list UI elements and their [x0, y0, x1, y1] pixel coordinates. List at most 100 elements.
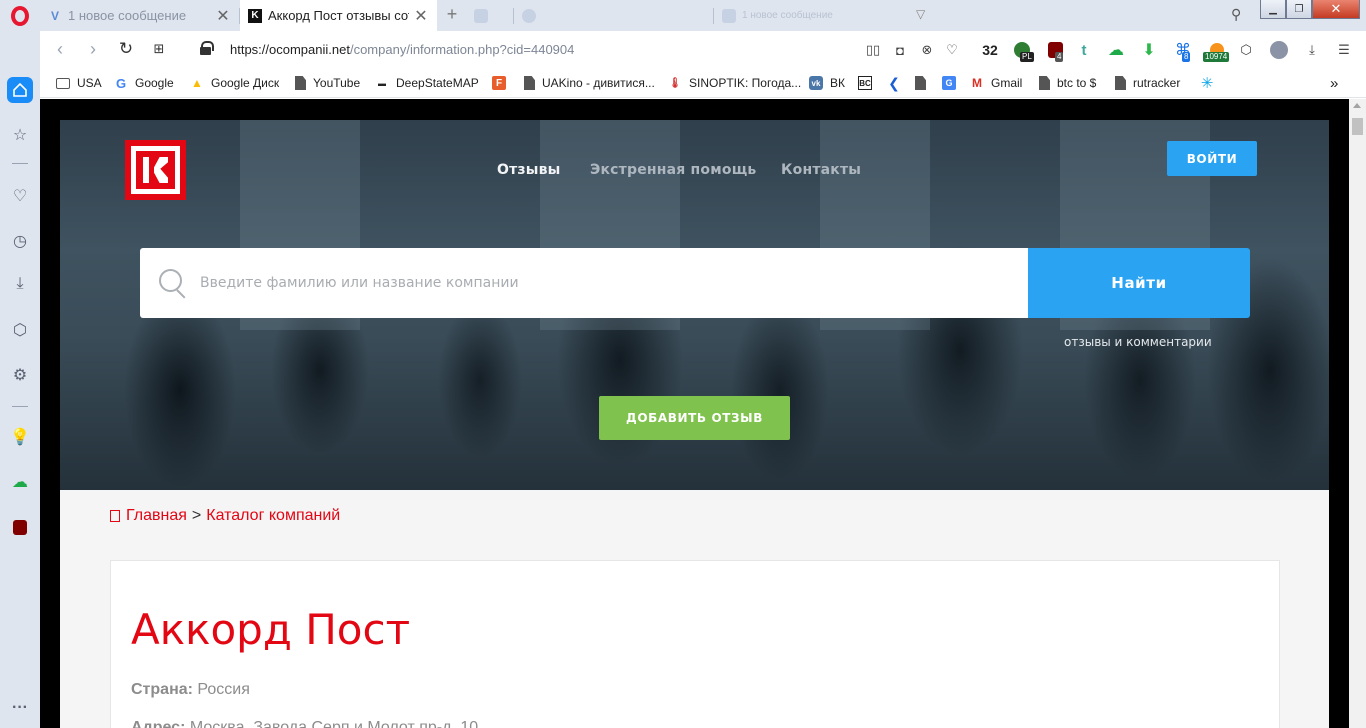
search-box [140, 248, 1028, 318]
bookmark-deepstate[interactable]: ▬ DeepStateMAP [375, 75, 479, 91]
nav-emergency-help[interactable]: Экстренная помощь [590, 162, 756, 178]
settings-icon[interactable]: ⚙ [8, 363, 32, 387]
more-icon[interactable]: ··· [8, 696, 32, 720]
bookmark-sinoptik[interactable]: 🌡 SINOPTIK: Погода... [668, 75, 802, 91]
bookmark-kyivstar[interactable]: ✳ [1200, 75, 1221, 92]
bookmark-label: Gmail [991, 76, 1023, 90]
downloads-icon[interactable]: ⤓ [1303, 40, 1321, 60]
minimize-button[interactable]: ▁ [1260, 0, 1286, 19]
profile-icon[interactable] [1269, 40, 1289, 60]
chevron-left-icon: ❮ [888, 74, 900, 91]
bookmark-drive[interactable]: ▲ Google Диск [190, 75, 279, 91]
heart-icon[interactable]: ♡ [8, 184, 32, 208]
tumblr-icon[interactable]: t [1075, 40, 1093, 60]
bookmark-vk[interactable]: vk ВК [809, 75, 845, 91]
forward-icon[interactable]: › [83, 40, 103, 60]
bookmark-label: SINOPTIK: Погода... [689, 76, 802, 90]
vpn-globe-icon[interactable]: PL [1012, 40, 1034, 62]
tab-company[interactable]: K Аккорд Пост отзывы сотр ✕ [240, 0, 437, 31]
bookmark-google[interactable]: G Google [114, 75, 174, 91]
ublock-icon[interactable] [8, 515, 32, 539]
scrollbar-thumb[interactable] [1352, 118, 1363, 135]
bookmarks-more-button[interactable]: » [1330, 75, 1338, 92]
bookmark-f[interactable]: F [492, 75, 513, 91]
bookmark-label: Google Диск [211, 76, 280, 90]
bookmark-translate[interactable]: G [942, 75, 963, 91]
badge-4: 4 [1055, 52, 1064, 62]
close-tab-icon[interactable]: ✕ [413, 6, 429, 26]
bookmark-youtube[interactable]: YouTube [295, 75, 360, 91]
command-icon[interactable]: ⌘ 8 [1172, 40, 1194, 62]
extensions-cube-icon[interactable]: ⬡ [8, 318, 32, 342]
download-arrow-icon[interactable]: ⬇ [1139, 40, 1159, 60]
ublock-icon[interactable]: 4 [1045, 40, 1065, 62]
cube-icon[interactable]: ⬡ [1237, 40, 1255, 60]
bookmark-uakino[interactable]: UAKino - дивитися... [524, 75, 655, 91]
tab-background[interactable] [514, 0, 712, 31]
new-tab-button[interactable]: + [444, 5, 460, 23]
tab-background[interactable] [466, 0, 512, 31]
bookmark-bc[interactable]: BC [858, 75, 879, 91]
bookmark-label: YouTube [313, 76, 361, 90]
site-logo[interactable] [125, 140, 186, 200]
bitcoin-icon[interactable]: 10974 [1203, 40, 1231, 62]
tab-title: Аккорд Пост отзывы сотр [268, 8, 409, 23]
counter-badge[interactable]: 32 [978, 40, 1002, 60]
downloads-icon[interactable]: ⤓ [8, 272, 32, 296]
url-field[interactable]: https://ocompanii.net/company/informatio… [230, 42, 574, 57]
bookmark-usa[interactable]: USA [56, 75, 102, 91]
camera-icon[interactable]: ◘ [891, 40, 909, 60]
address-bar: ‹ › ↻ ⊞ https://ocompanii.net/company/in… [40, 31, 1366, 68]
close-tab-icon[interactable]: ✕ [215, 6, 231, 26]
bookmark-btc[interactable]: btc to $ [1039, 75, 1096, 91]
opera-menu-icon[interactable] [9, 5, 31, 27]
search-tabs-icon[interactable]: ⚲ [1231, 6, 1241, 23]
lock-icon[interactable] [200, 41, 214, 56]
search-input[interactable] [200, 248, 1020, 318]
lightbulb-icon[interactable]: 💡 [8, 425, 32, 449]
translate-icon: G [942, 76, 956, 90]
back-icon[interactable]: ‹ [50, 40, 70, 60]
page-icon [1115, 76, 1126, 90]
reader-icon[interactable]: ▯▯ [864, 40, 882, 60]
reload-icon[interactable]: ↻ [116, 40, 136, 60]
easy-setup-icon[interactable]: ☰ [1335, 40, 1353, 60]
country-value: Россия [197, 681, 250, 698]
nav-contacts[interactable]: Контакты [781, 162, 861, 178]
tab-background[interactable]: 1 новое сообщение [714, 0, 909, 31]
login-button[interactable]: ВОЙТИ [1167, 141, 1257, 176]
bookmark-chevron[interactable]: ❮ [887, 75, 908, 91]
add-review-button[interactable]: ДОБАВИТЬ ОТЗЫВ [599, 396, 790, 440]
address-value: Москва, Завода Серп и Молот пр-д, 10 [189, 719, 479, 728]
speed-dial-icon[interactable]: ⊞ [149, 40, 169, 60]
close-window-button[interactable]: ✕ [1312, 0, 1360, 19]
tab-favicon [522, 8, 536, 23]
bookmark-rutracker[interactable]: rutracker [1115, 75, 1180, 91]
cloud-icon[interactable]: ☁ [1106, 40, 1126, 60]
breadcrumb-catalog[interactable]: Каталог компаний [206, 507, 340, 525]
breadcrumb-separator: > [191, 507, 202, 524]
badge-pl: PL [1020, 52, 1034, 62]
history-icon[interactable]: ◷ [8, 229, 32, 253]
bookmark-label: rutracker [1133, 76, 1181, 90]
maximize-button[interactable]: ❐ [1286, 0, 1312, 19]
folder-icon [56, 77, 70, 89]
cloud-icon[interactable]: ☁ [8, 470, 32, 494]
search-button[interactable]: Найти [1028, 248, 1250, 318]
bookmarks-bar: USA G Google ▲ Google Диск YouTube ▬ DeepSt… [40, 68, 1366, 98]
nav-reviews[interactable]: Отзывы [497, 162, 561, 178]
tab-menu-icon[interactable]: ▽ [916, 7, 925, 21]
home-icon[interactable] [7, 77, 33, 103]
bookmark-gmail[interactable]: M Gmail [970, 75, 1022, 91]
scroll-up-arrow-icon[interactable] [1353, 103, 1361, 108]
page-scrollbar[interactable] [1349, 99, 1366, 728]
page-icon [524, 76, 535, 90]
star-icon[interactable]: ☆ [8, 123, 32, 147]
heart-icon[interactable]: ♡ [943, 40, 961, 60]
bookmark-page[interactable] [915, 75, 933, 91]
block-icon[interactable]: ⊗ [918, 40, 936, 60]
breadcrumb-home[interactable]: Главная [126, 507, 187, 525]
breadcrumb: Главная > Каталог компаний [110, 507, 340, 525]
tab-messages[interactable]: V 1 новое сообщение ✕ [40, 0, 239, 31]
page-viewport: Отзывы Экстренная помощь Контакты ВОЙТИ … [40, 99, 1349, 728]
